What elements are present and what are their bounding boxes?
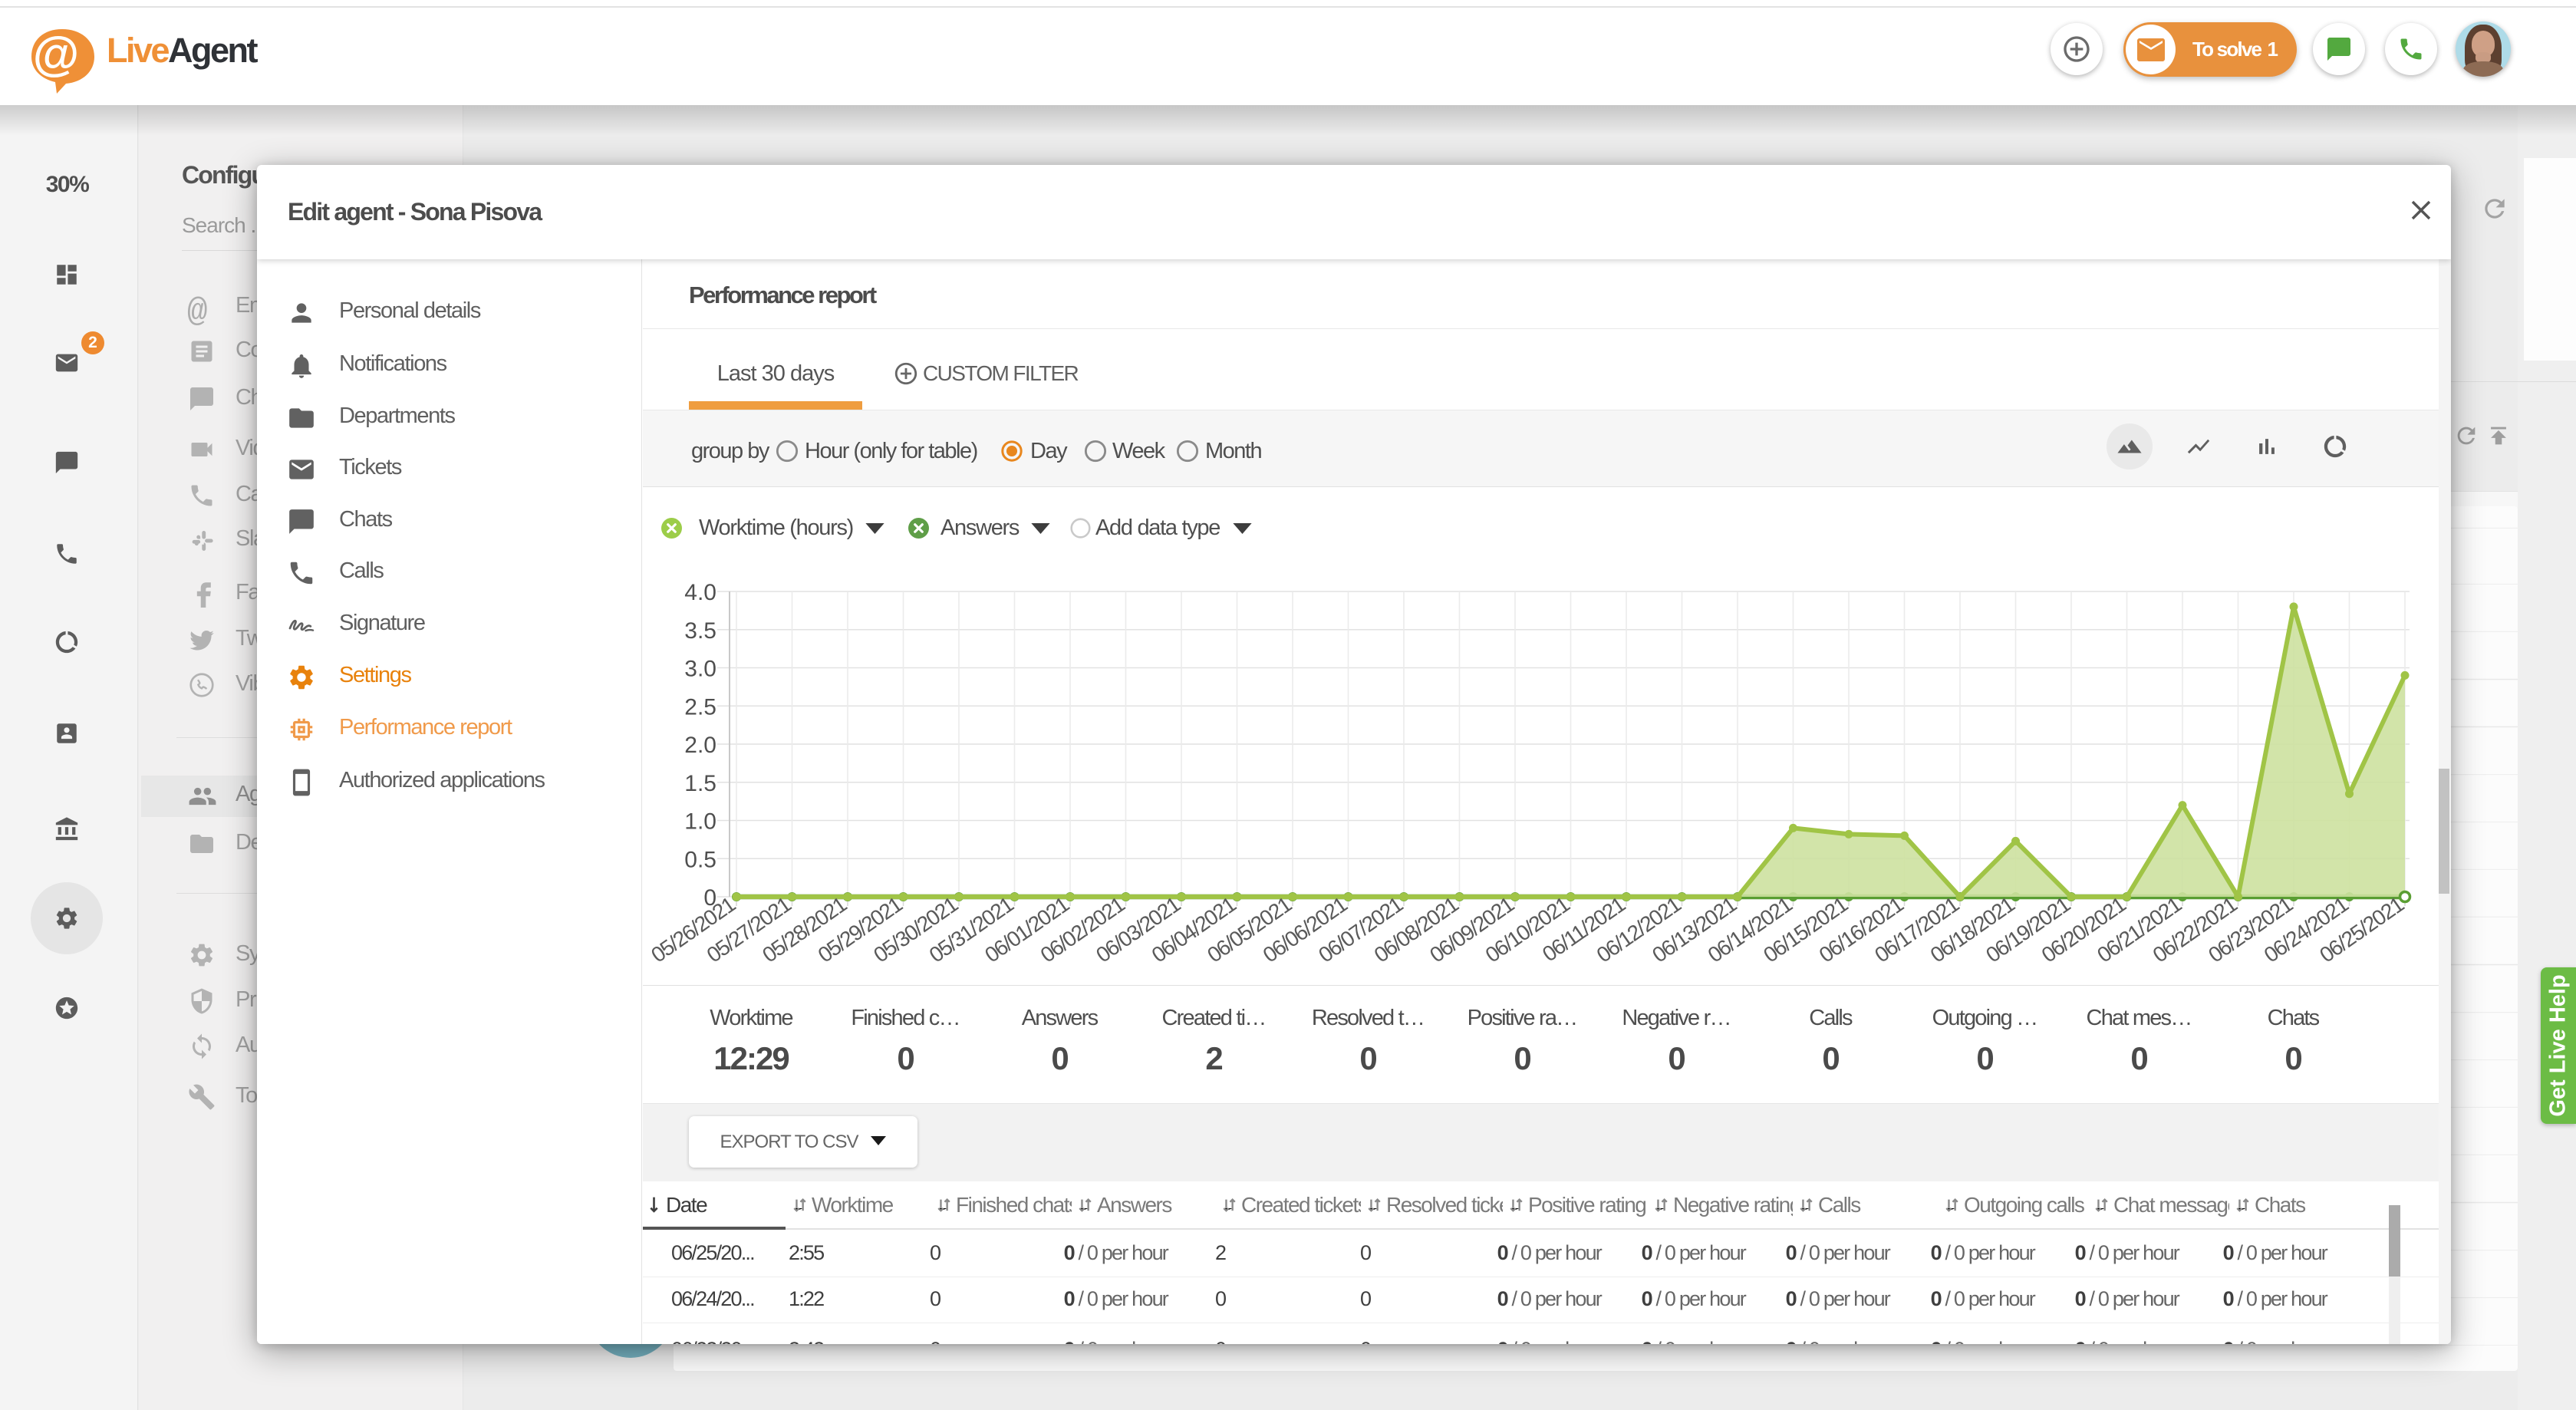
svg-text:3.5: 3.5	[684, 618, 716, 644]
svg-text:4.0: 4.0	[684, 580, 716, 605]
svg-text:0.5: 0.5	[684, 847, 716, 872]
svg-text:@: @	[33, 28, 79, 81]
svg-text:1.5: 1.5	[684, 771, 716, 796]
svg-text:3.0: 3.0	[684, 657, 716, 682]
svg-text:1.0: 1.0	[684, 809, 716, 835]
svg-text:2.0: 2.0	[684, 733, 716, 758]
svg-text:2.5: 2.5	[684, 694, 716, 720]
